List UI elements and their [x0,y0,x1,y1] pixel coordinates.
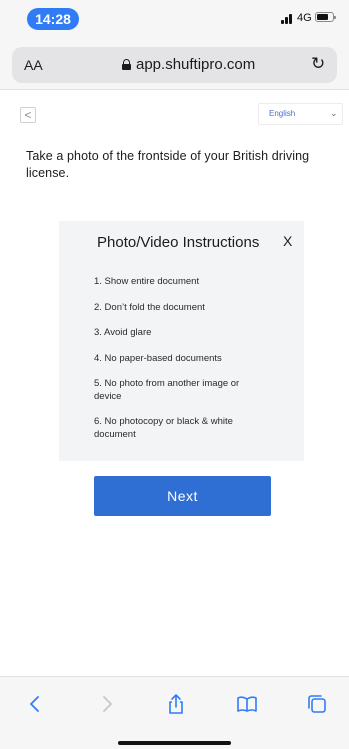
network-type: 4G [297,12,312,24]
share-icon[interactable] [165,693,187,715]
list-item: 3. Avoid glare [94,327,152,338]
browser-toolbar [0,676,349,749]
list-item: 1. Show entire document [94,276,200,287]
url-bar[interactable]: AA app.shuftipro.com ↻ [12,47,337,83]
list-item: 4. No paper-based documents [94,352,222,364]
panel-title: Photo/Video Instructions [97,234,260,251]
back-arrow-icon[interactable] [24,693,46,715]
lock-icon [122,59,131,70]
list-item: 5. No photo from another image or device [94,378,240,402]
list-item: 2. Don’t fold the document [94,301,205,313]
url-text[interactable]: app.shuftipro.com [136,56,255,73]
language-selected: English [269,109,296,118]
language-select[interactable]: English ⌄ [258,103,343,125]
reload-icon[interactable]: ↻ [311,54,325,74]
forward-arrow-icon[interactable] [96,693,118,715]
instruction-text: Take a photo of the frontside of your Br… [26,149,310,180]
chevron-down-icon: ⌄ [330,108,338,118]
close-icon[interactable]: X [283,233,292,249]
signal-icon [281,12,295,24]
next-button[interactable]: Next [94,476,271,516]
instruction-list: 1. Show entire document 2. Don’t fold th… [94,276,269,441]
browser-address-area: AA app.shuftipro.com ↻ [0,40,349,90]
status-bar: 14:28 4G [0,0,349,40]
page-back-button[interactable]: < [20,107,36,123]
list-item: 6. No photocopy or black & white documen… [94,416,233,440]
book-icon[interactable] [236,693,258,715]
home-indicator [118,741,231,745]
status-time: 14:28 [27,8,79,30]
battery-icon [315,12,336,22]
text-size-button[interactable]: AA [24,57,43,73]
instructions-panel: Photo/Video Instructions X 1. Show entir… [59,221,304,461]
tabs-icon[interactable] [306,693,328,715]
